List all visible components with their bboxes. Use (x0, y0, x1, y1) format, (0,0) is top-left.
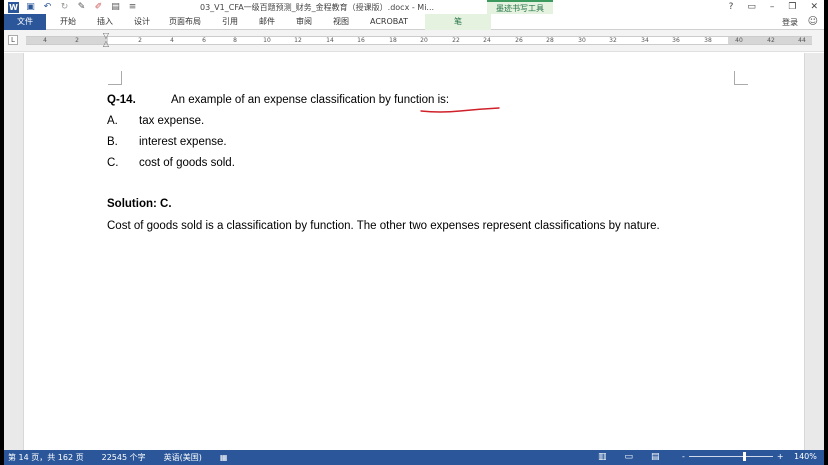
ruler-tick: 10 (263, 37, 271, 44)
tab-acrobat[interactable]: ACROBAT (358, 14, 417, 30)
option-b: B. interest expense. (107, 133, 747, 154)
page-count[interactable]: 第 14 页，共 162 页 (8, 452, 84, 463)
sign-in-link[interactable]: 登录 (782, 17, 798, 28)
word-count[interactable]: 22545 个字 (102, 452, 146, 463)
tab-file[interactable]: 文件 (4, 13, 46, 30)
ruler-tick: 38 (704, 37, 712, 44)
tab-view[interactable]: 视图 (321, 14, 358, 30)
undo-icon[interactable]: ↶ (42, 2, 53, 13)
view-buttons: ▥ ▭ ▤ (598, 452, 660, 462)
tab-design[interactable]: 设计 (122, 14, 159, 30)
ruler-strip: 4 2 2 4 6 8 10 12 14 16 18 20 22 24 26 2… (26, 36, 812, 45)
option-text: tax expense. (139, 115, 205, 127)
zoom-slider-thumb[interactable] (742, 452, 746, 461)
tab-selector[interactable]: L (8, 35, 18, 45)
word-window: W ▣ ↶ ↻ ✎ ✐ ▤ ≡ 03_V1_CFA一级百题预测_财务_金程教育（… (4, 0, 824, 465)
redo-icon[interactable]: ↻ (59, 2, 70, 13)
ruler-tick: 40 (735, 37, 743, 44)
ruler-tick: 12 (294, 37, 302, 44)
save-icon[interactable]: ▣ (25, 2, 36, 13)
ruler-tick: 36 (672, 37, 680, 44)
word-logo-icon[interactable]: W (8, 1, 19, 13)
ruler-tick: 14 (326, 37, 334, 44)
tab-references[interactable]: 引用 (210, 14, 247, 30)
ruler-tick: 4 (170, 37, 174, 44)
indent-marker-icon[interactable]: ▽ △ (102, 32, 110, 48)
ruler-tick: 18 (389, 37, 397, 44)
eraser-icon[interactable]: ✐ (93, 2, 104, 13)
zoom-control: - + 140% (682, 452, 817, 461)
tab-insert[interactable]: 插入 (85, 14, 122, 30)
ruler-tick: 26 (515, 37, 523, 44)
option-text: interest expense. (139, 136, 227, 148)
question-number: Q-14. (107, 94, 136, 106)
document-content[interactable]: Q-14. An example of an expense classific… (107, 91, 747, 237)
zoom-in-button[interactable]: + (777, 452, 784, 461)
layout-icon[interactable]: ▤ (110, 2, 121, 13)
question-line: Q-14. An example of an expense classific… (107, 91, 747, 113)
crop-mark-top-left (108, 71, 122, 85)
ruler-tick: 2 (75, 37, 79, 44)
quick-access-toolbar: W ▣ ↶ ↻ ✎ ✐ ▤ ≡ (4, 0, 138, 14)
ruler-tick: 44 (798, 37, 806, 44)
zoom-out-button[interactable]: - (682, 452, 685, 461)
option-letter: A. (107, 115, 118, 127)
ruler-tick: 30 (578, 37, 586, 44)
pen-icon[interactable]: ✎ (76, 2, 87, 13)
tab-page-layout[interactable]: 页面布局 (159, 14, 210, 30)
ruler-tick: 34 (641, 37, 649, 44)
tab-pen[interactable]: 笔 (425, 13, 491, 30)
zoom-level[interactable]: 140% (794, 452, 824, 461)
ruler-tick: 6 (202, 37, 206, 44)
tab-review[interactable]: 审阅 (284, 14, 321, 30)
ruler-tick: 42 (767, 37, 775, 44)
ruler-left-margin (26, 37, 108, 44)
horizontal-ruler[interactable]: L 4 2 2 4 6 8 10 12 14 16 18 20 22 24 26… (4, 30, 824, 52)
option-letter: B. (107, 136, 118, 148)
language-indicator[interactable]: 英语(美国) (164, 452, 202, 463)
zoom-slider[interactable] (688, 452, 773, 461)
feedback-smiley-icon[interactable]: ☺ (808, 16, 818, 27)
restore-icon[interactable]: ❐ (788, 2, 796, 12)
ruler-tick: 16 (357, 37, 365, 44)
option-c: C. cost of goods sold. (107, 154, 747, 175)
option-a: A. tax expense. (107, 112, 747, 133)
minimize-icon[interactable]: – (770, 2, 775, 12)
ruler-tick: 20 (420, 37, 428, 44)
print-layout-icon[interactable]: ▭ (625, 452, 634, 462)
option-text: cost of goods sold. (139, 157, 235, 169)
document-title: 03_V1_CFA一级百题预测_财务_金程教育（授课版）.docx - Mi..… (200, 3, 435, 12)
macro-record-icon[interactable]: ▦ (220, 453, 228, 462)
help-icon[interactable]: ? (729, 2, 734, 12)
close-icon[interactable]: ✕ (810, 2, 818, 12)
customize-qat-icon[interactable]: ≡ (127, 2, 138, 13)
ruler-tick: 8 (233, 37, 237, 44)
title-bar: W ▣ ↶ ↻ ✎ ✐ ▤ ≡ 03_V1_CFA一级百题预测_财务_金程教育（… (4, 0, 824, 14)
read-mode-icon[interactable]: ▥ (598, 452, 607, 462)
web-layout-icon[interactable]: ▤ (651, 452, 660, 462)
document-page[interactable]: Q-14. An example of an expense classific… (23, 53, 805, 454)
ruler-tick: 28 (546, 37, 554, 44)
document-area: Q-14. An example of an expense classific… (4, 53, 824, 454)
ruler-tick: 24 (483, 37, 491, 44)
solution-body: Cost of goods sold is a classification b… (107, 220, 660, 232)
solution-title: Solution: C. (107, 198, 172, 210)
status-bar: 第 14 页，共 162 页 22545 个字 英语(美国) ▦ ▥ ▭ ▤ -… (4, 450, 824, 465)
tab-home[interactable]: 开始 (46, 14, 85, 30)
context-group-title: 墨迹书写工具 (487, 0, 553, 14)
ruler-tick: 2 (138, 37, 142, 44)
question-text: An example of an expense classification … (171, 94, 450, 106)
ribbon-display-icon[interactable]: ▭ (747, 2, 756, 12)
option-letter: C. (107, 157, 119, 169)
ruler-tick: 22 (452, 37, 460, 44)
crop-mark-top-right (734, 71, 748, 85)
ruler-tick: 4 (43, 37, 47, 44)
ruler-tick: 32 (609, 37, 617, 44)
tab-mailings[interactable]: 邮件 (247, 14, 284, 30)
window-controls: ? ▭ – ❐ ✕ (729, 0, 818, 14)
ribbon-tabs: 文件 开始 插入 设计 页面布局 引用 邮件 审阅 视图 ACROBAT 笔 登… (4, 13, 824, 30)
